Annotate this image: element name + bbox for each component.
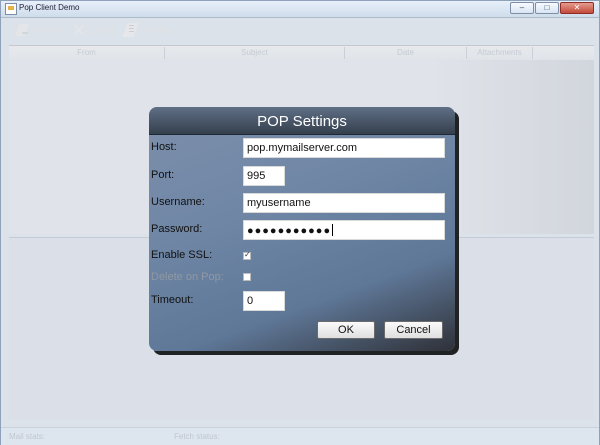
password-input[interactable]: ●●●●●●●●●●● xyxy=(243,220,445,240)
status-bar: Mail stats: Fetch status: xyxy=(1,427,599,445)
maximize-button[interactable]: □ xyxy=(535,2,559,14)
host-input[interactable]: pop.mymailserver.com xyxy=(243,138,445,158)
enable-ssl-checkbox[interactable] xyxy=(243,250,251,260)
pop-settings-dialog: POP Settings Host: pop.mymailserver.com … xyxy=(149,107,455,351)
ok-button[interactable]: OK xyxy=(317,321,375,339)
host-label: Host: xyxy=(151,141,177,153)
minimize-button[interactable]: – xyxy=(510,2,534,14)
timeout-label: Timeout: xyxy=(151,294,194,306)
timeout-input[interactable]: 0 xyxy=(243,291,285,311)
delete-on-pop-label: Delete on Pop: xyxy=(151,271,224,283)
title-bar: Pop Client Demo – □ ✕ xyxy=(1,1,599,18)
username-label: Username: xyxy=(151,196,205,208)
password-mask: ●●●●●●●●●●● xyxy=(247,225,332,237)
fetch-status: Fetch status: xyxy=(174,432,220,441)
window-controls: – □ ✕ xyxy=(510,2,594,14)
close-button[interactable]: ✕ xyxy=(560,2,594,14)
main-window: Pop Client Demo – □ ✕ Receive Cancel Set… xyxy=(0,0,600,445)
delete-on-pop-checkbox[interactable] xyxy=(243,273,251,281)
port-input[interactable]: 995 xyxy=(243,166,285,186)
cancel-button[interactable]: Cancel xyxy=(384,321,443,339)
app-icon xyxy=(5,3,17,15)
enable-ssl-label: Enable SSL: xyxy=(151,249,213,261)
window-title: Pop Client Demo xyxy=(19,3,80,12)
username-input[interactable]: myusername xyxy=(243,193,445,213)
mail-status: Mail stats: xyxy=(9,432,46,441)
port-label: Port: xyxy=(151,169,175,181)
text-caret xyxy=(332,224,334,236)
dialog-title: POP Settings xyxy=(149,107,455,135)
password-label: Password: xyxy=(151,223,203,235)
